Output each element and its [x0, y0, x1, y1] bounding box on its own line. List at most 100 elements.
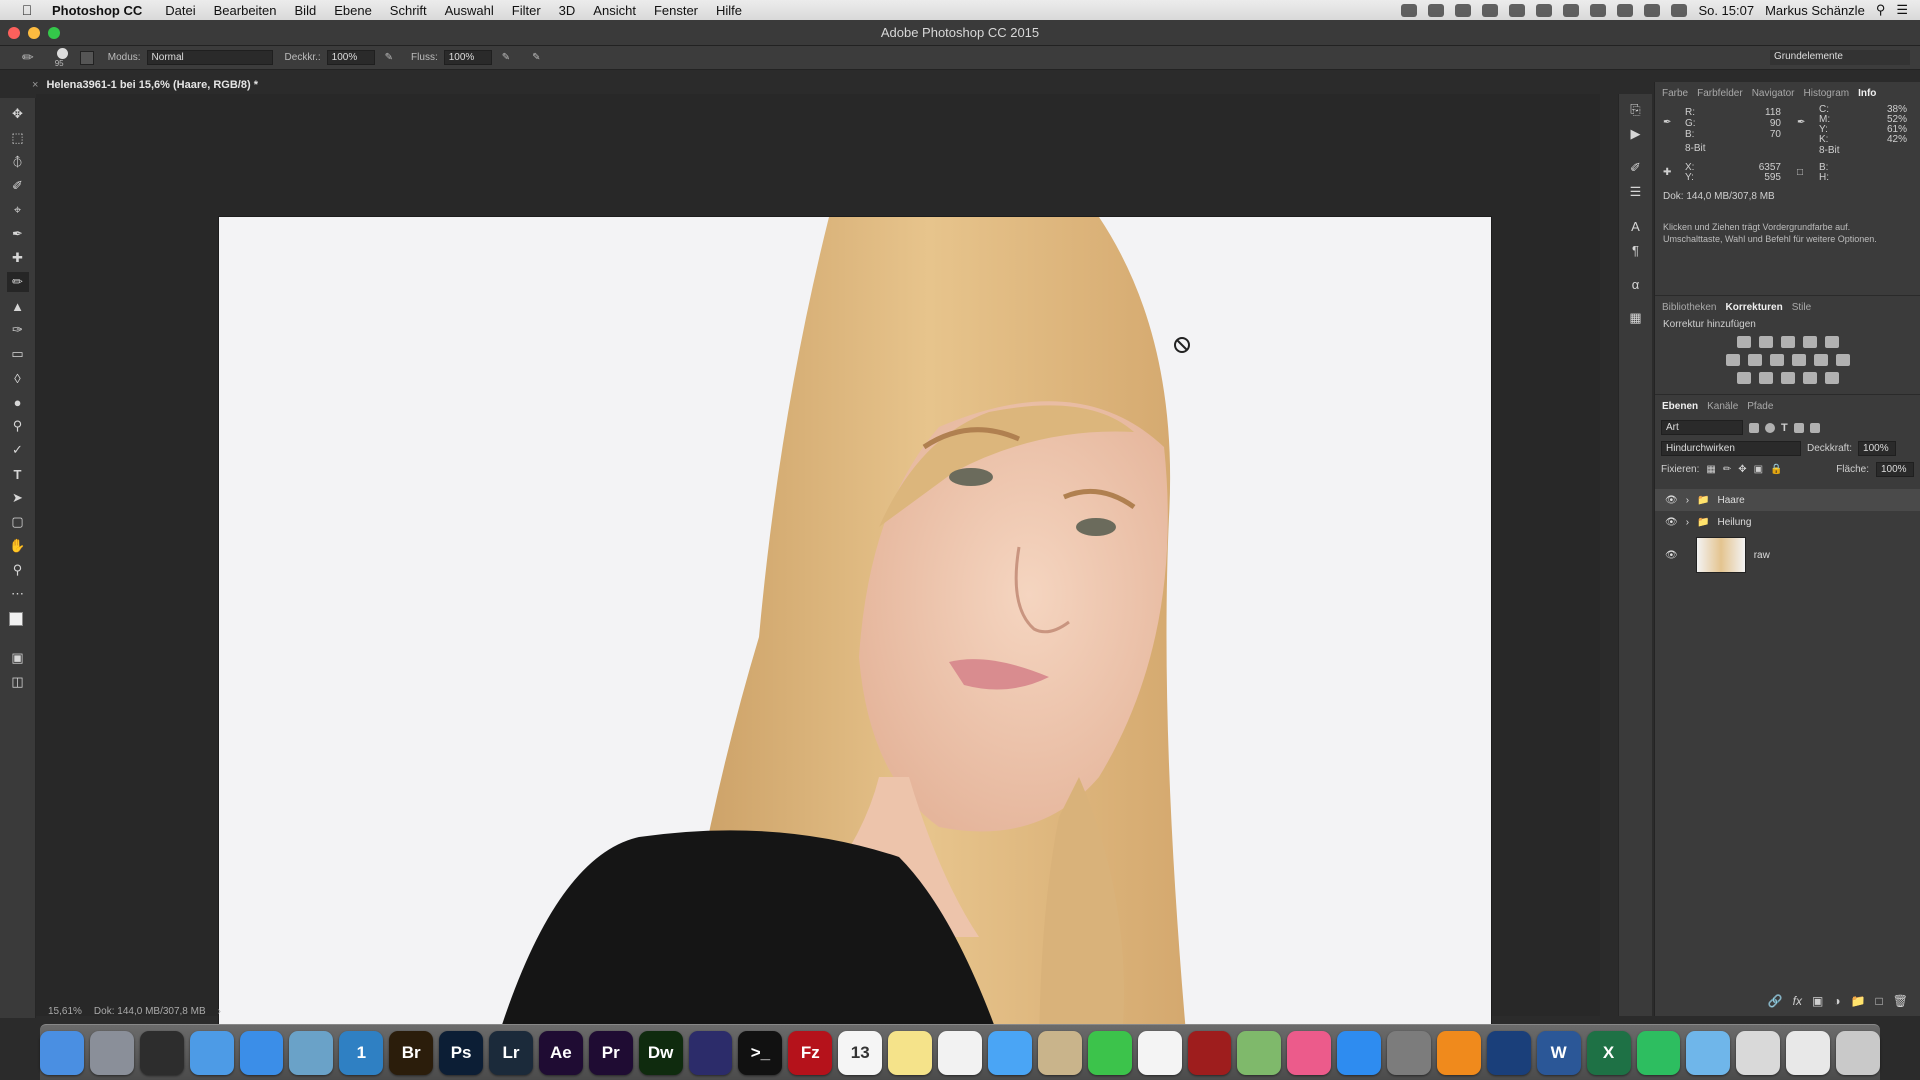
tab-info[interactable]: Info [1858, 88, 1876, 99]
path-selection-tool-icon[interactable]: ➤ [7, 488, 29, 508]
glyphs-panel-icon[interactable]: α [1625, 274, 1647, 294]
tab-histogram[interactable]: Histogram [1804, 88, 1850, 99]
channel-mixer-icon[interactable] [1813, 354, 1828, 366]
menu-select[interactable]: Auswahl [445, 3, 494, 18]
hand-tool-icon[interactable]: ✋ [7, 536, 29, 556]
dropbox-icon[interactable] [1428, 3, 1445, 17]
layer-row-raw[interactable]: 👁 raw [1655, 533, 1920, 577]
lock-pixels-icon[interactable]: ✏ [1723, 464, 1731, 475]
imovie-icon[interactable] [688, 1030, 733, 1075]
spotlight-icon[interactable]: ⚲ [1876, 2, 1886, 18]
group-expand-chevron-icon[interactable]: › [1686, 517, 1689, 528]
zoom-window-button[interactable] [48, 27, 60, 39]
healing-brush-tool-icon[interactable]: ✚ [7, 248, 29, 268]
minimize-window-button[interactable] [28, 27, 40, 39]
brushes-icon[interactable] [1736, 1030, 1781, 1075]
app-store-icon[interactable] [1337, 1030, 1382, 1075]
trash-icon[interactable] [1836, 1030, 1880, 1075]
lasso-tool-icon[interactable]: ⦽ [7, 152, 29, 172]
delete-layer-icon[interactable]: 🗑 [1893, 994, 1908, 1008]
exposure-icon[interactable] [1802, 336, 1817, 348]
menu-image[interactable]: Bild [295, 3, 317, 18]
brightness-contrast-icon[interactable] [1736, 336, 1751, 348]
finder-icon[interactable] [40, 1030, 84, 1075]
opacity-field[interactable]: 100% [326, 50, 375, 65]
paragraph-panel-icon[interactable]: ¶ [1625, 240, 1647, 260]
brush-presets-panel-icon[interactable]: ✐ [1625, 158, 1647, 178]
screen-mode-icon[interactable]: ◫ [7, 672, 29, 692]
creative-cloud-icon[interactable] [1482, 3, 1499, 17]
eyedropper-tool-icon[interactable]: ✒ [7, 224, 29, 244]
menu-window[interactable]: Fenster [654, 3, 698, 18]
new-adjustment-layer-icon[interactable]: ◑ [1833, 994, 1840, 1008]
add-mask-icon[interactable]: ▣ [1812, 994, 1823, 1008]
notes-icon[interactable] [888, 1030, 933, 1075]
zoom-level[interactable]: 15,61% [48, 1006, 82, 1017]
layer-row-haare[interactable]: 👁 › 📁 Haare [1655, 489, 1920, 511]
reminders-icon[interactable] [938, 1030, 982, 1075]
brush-tool-icon[interactable]: ✏ [22, 49, 34, 66]
menu-help[interactable]: Hilfe [716, 3, 742, 18]
filter-pixel-icon[interactable] [1749, 422, 1759, 433]
character-panel-icon[interactable]: A [1625, 216, 1647, 236]
excel-icon[interactable]: X [1586, 1030, 1631, 1075]
new-group-icon[interactable]: 📁 [1851, 994, 1866, 1008]
color-swatches[interactable] [7, 608, 30, 644]
pen-tool-icon[interactable]: ✓ [7, 440, 29, 460]
layer-filter-select[interactable]: Art [1661, 420, 1743, 435]
visibility-eye-icon[interactable]: 👁 [1665, 517, 1678, 528]
layer-opacity-field[interactable]: 100% [1858, 441, 1897, 456]
visibility-eye-icon[interactable]: 👁 [1665, 550, 1678, 561]
downloads-folder-icon[interactable] [1686, 1030, 1731, 1075]
canvas-area[interactable] [36, 94, 1600, 1066]
notification-center-icon[interactable]: ☰ [1896, 2, 1908, 18]
photos-icon[interactable] [1137, 1030, 1182, 1075]
history-panel-icon[interactable]: ⎘ [1625, 100, 1647, 120]
brush-tool-icon-active[interactable]: ✏ [6, 272, 29, 292]
brush-preset-picker[interactable]: 95 [52, 47, 74, 68]
new-layer-icon[interactable]: □ [1876, 994, 1883, 1008]
zoom-tool-icon[interactable]: ⚲ [7, 560, 29, 580]
lock-transparency-icon[interactable]: ▦ [1706, 464, 1715, 475]
status-menu-chevron-icon[interactable]: › [218, 1006, 221, 1017]
calendar-icon[interactable]: 13 [838, 1030, 883, 1075]
pressure-opacity-icon[interactable]: ✎ [385, 52, 393, 63]
color-balance-icon[interactable] [1747, 354, 1762, 366]
launchpad-icon[interactable] [89, 1030, 134, 1075]
time-machine-icon[interactable] [1590, 3, 1607, 17]
blur-tool-icon[interactable]: ● [7, 392, 29, 412]
tab-channels[interactable]: Kanäle [1707, 401, 1738, 412]
safari-icon[interactable] [239, 1030, 284, 1075]
curves-icon[interactable] [1780, 336, 1795, 348]
tab-navigator[interactable]: Navigator [1752, 88, 1795, 99]
mission-control-icon[interactable] [139, 1030, 184, 1075]
photo-filter-icon[interactable] [1791, 354, 1806, 366]
brush-settings-panel-icon[interactable]: ☰ [1625, 182, 1647, 202]
clock[interactable]: So. 15:07 [1698, 3, 1754, 18]
volume-icon[interactable] [1671, 3, 1688, 17]
quick-selection-tool-icon[interactable]: ✐ [7, 176, 29, 196]
selective-color-icon[interactable] [1802, 372, 1817, 384]
1password-icon[interactable]: 1 [339, 1030, 384, 1075]
more-tools-icon[interactable]: ⋯ [7, 584, 29, 604]
user-name[interactable]: Markus Schänzle [1765, 3, 1865, 18]
display-icon[interactable] [1536, 3, 1553, 17]
menu-layer[interactable]: Ebene [334, 3, 372, 18]
photoshop-icon[interactable]: Ps [439, 1030, 484, 1075]
folder-icon[interactable] [189, 1030, 234, 1075]
flow-field[interactable]: 100% [443, 50, 492, 65]
documents-icon[interactable] [1786, 1030, 1831, 1075]
gradient-map-icon[interactable] [1824, 372, 1839, 384]
menu-view[interactable]: Ansicht [593, 3, 636, 18]
history-brush-tool-icon[interactable]: ✑ [7, 320, 29, 340]
menu-type[interactable]: Schrift [390, 3, 427, 18]
filezilla-icon[interactable]: Fz [788, 1030, 833, 1075]
itunes-icon[interactable] [1287, 1030, 1332, 1075]
properties-panel-icon[interactable]: ▦ [1625, 308, 1647, 328]
after-effects-icon[interactable]: Ae [538, 1030, 583, 1075]
menu-3d[interactable]: 3D [559, 3, 576, 18]
rectangle-tool-icon[interactable]: ▢ [7, 512, 29, 532]
layer-style-icon[interactable]: fx [1793, 994, 1802, 1008]
bridge-icon[interactable]: Br [389, 1030, 434, 1075]
link-layers-icon[interactable]: 🔗 [1768, 994, 1783, 1008]
